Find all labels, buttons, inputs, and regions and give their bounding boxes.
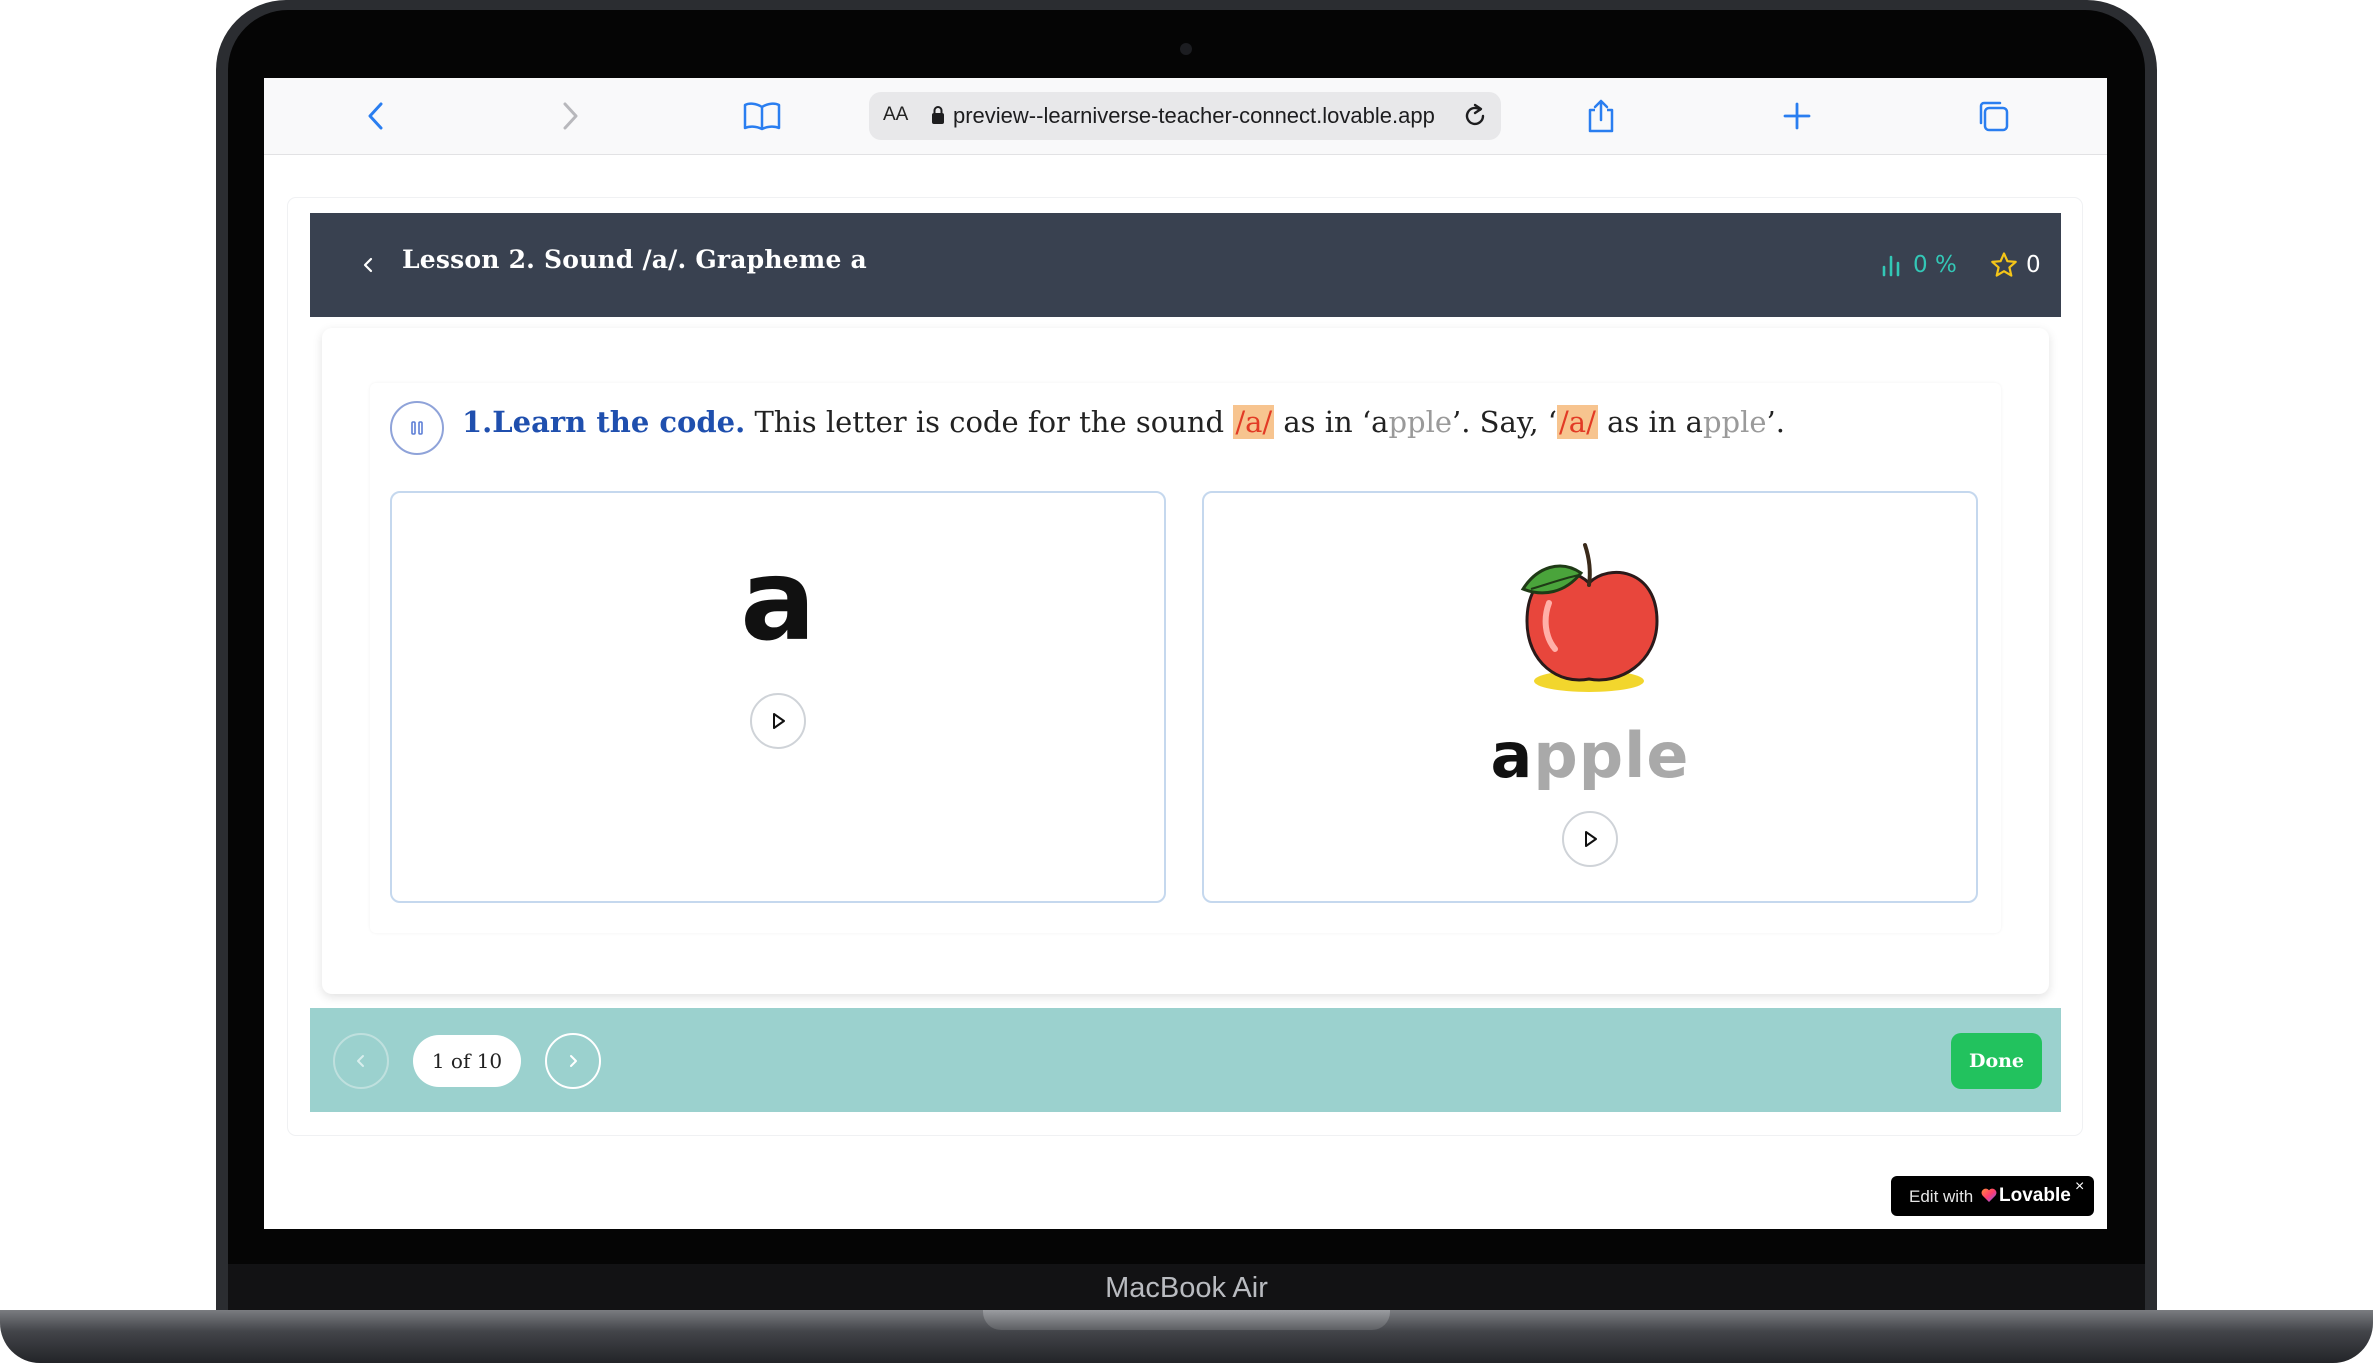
sound-highlight: /a/ xyxy=(1557,405,1598,439)
word-rest: pple xyxy=(1702,405,1767,439)
badge-close-icon[interactable]: × xyxy=(2075,1178,2084,1196)
instruction-part: as in xyxy=(1607,405,1677,439)
pause-icon xyxy=(411,421,423,435)
apple-illustration xyxy=(1520,543,1659,692)
example-word: apple xyxy=(1204,719,1976,792)
lesson-footer: 1 of 10 Done xyxy=(310,1008,2061,1112)
device-brand-label: MacBook Air xyxy=(1105,1272,1268,1304)
activity-content: 1.Learn the code. This letter is code fo… xyxy=(370,383,2001,933)
star-icon xyxy=(1991,252,2017,277)
pagination-indicator: 1 of 10 xyxy=(413,1035,521,1087)
instruction-text: 1.Learn the code. This letter is code fo… xyxy=(462,405,1785,439)
pause-audio-button[interactable] xyxy=(390,401,444,455)
activity-panel: 1.Learn the code. This letter is code fo… xyxy=(322,328,2049,994)
reload-icon[interactable] xyxy=(1461,102,1489,135)
lock-icon xyxy=(931,105,945,130)
play-icon xyxy=(773,713,785,729)
grapheme-card: a xyxy=(390,491,1166,903)
text-size-button[interactable]: AA xyxy=(883,104,908,126)
progress-indicator: 0 % xyxy=(1881,249,1957,281)
lesson-header: Lesson 2. Sound /a/. Grapheme a 0 % 0 xyxy=(310,213,2061,317)
instruction-part: ’. Say, ‘ xyxy=(1452,405,1558,439)
sound-highlight: /a/ xyxy=(1233,405,1275,439)
instruction-part: as in ‘ xyxy=(1283,405,1372,439)
new-tab-icon[interactable] xyxy=(1777,96,1817,136)
word-first-letter: a xyxy=(1371,405,1389,439)
screen: AA preview--learniverse-teacher-connect.… xyxy=(264,78,2107,1229)
word-first-letter: a xyxy=(1490,719,1534,792)
chevron-left-icon xyxy=(357,1055,364,1067)
stars-indicator: 0 xyxy=(1990,249,2041,281)
next-button[interactable] xyxy=(545,1033,601,1089)
chevron-left-icon xyxy=(363,257,373,273)
play-letter-button[interactable] xyxy=(750,693,806,749)
play-icon xyxy=(1585,831,1597,847)
grapheme-letter: a xyxy=(740,536,816,666)
step-title: 1.Learn the code. xyxy=(462,405,746,439)
badge-brand: Lovable xyxy=(1999,1185,2071,1206)
progress-text: 0 % xyxy=(1913,252,1957,278)
lesson-back-button[interactable] xyxy=(348,245,388,285)
instruction-part: ’. xyxy=(1766,405,1785,439)
lesson-title: Lesson 2. Sound /a/. Grapheme a xyxy=(402,245,867,274)
camera xyxy=(1180,43,1192,55)
bookmarks-icon[interactable] xyxy=(742,96,782,136)
stars-count: 0 xyxy=(2026,252,2041,278)
badge-edit-text: Edit with xyxy=(1909,1187,1974,1206)
word-card: apple xyxy=(1202,491,1978,903)
laptop-hinge-notch xyxy=(983,1310,1390,1330)
word-first-letter: a xyxy=(1685,405,1703,439)
lovable-logo-icon xyxy=(1981,1187,1997,1208)
word-rest: pple xyxy=(1533,719,1690,792)
edit-with-lovable-badge[interactable]: Edit with Lovable × xyxy=(1891,1176,2094,1216)
address-bar[interactable]: AA preview--learniverse-teacher-connect.… xyxy=(869,92,1501,140)
share-icon[interactable] xyxy=(1581,96,1621,136)
back-icon[interactable] xyxy=(356,96,396,136)
done-button[interactable]: Done xyxy=(1951,1033,2042,1089)
instruction-part: This letter is code for the sound xyxy=(754,405,1225,439)
play-word-button[interactable] xyxy=(1562,811,1618,867)
forward-icon[interactable] xyxy=(550,96,590,136)
browser-toolbar: AA preview--learniverse-teacher-connect.… xyxy=(264,78,2107,155)
url-text[interactable]: preview--learniverse-teacher-connect.lov… xyxy=(953,103,1448,129)
word-rest: pple xyxy=(1388,405,1453,439)
bar-chart-icon xyxy=(1882,255,1900,277)
previous-button[interactable] xyxy=(333,1033,389,1089)
tabs-icon[interactable] xyxy=(1973,96,2013,136)
chevron-right-icon xyxy=(570,1055,577,1067)
